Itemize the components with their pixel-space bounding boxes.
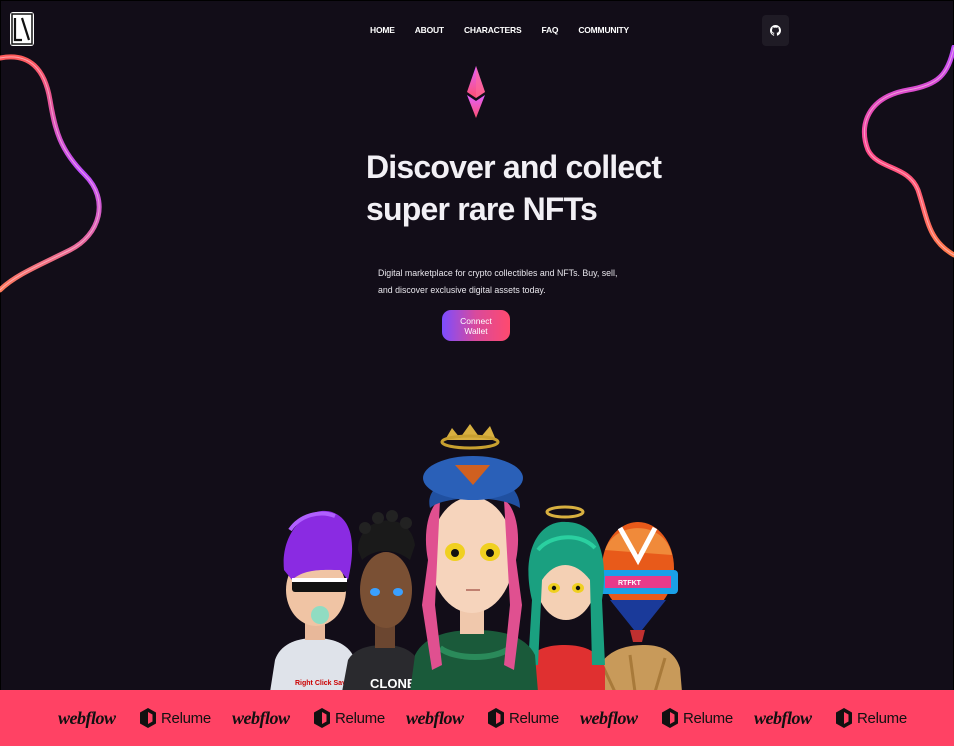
site-logo[interactable] — [10, 12, 34, 46]
nav-community[interactable]: COMMUNITY — [578, 25, 629, 35]
relume-label-2: Relume — [335, 709, 385, 727]
partner-relume-1: Relume — [140, 706, 211, 730]
character-green-hair — [525, 505, 605, 692]
relume-label-1: Relume — [161, 709, 211, 727]
github-button[interactable] — [762, 15, 789, 46]
relume-label-4: Relume — [683, 709, 733, 727]
nav-home[interactable]: HOME — [370, 25, 395, 35]
relume-label-5: Relume — [857, 709, 907, 727]
nav-faq[interactable]: FAQ — [541, 25, 558, 35]
logo-mark-icon — [11, 13, 33, 45]
character-beret — [410, 424, 538, 692]
nft-characters-illustration: Right Click Save CLONE RTFKT — [270, 424, 682, 692]
partner-relume-3: Relume — [488, 706, 559, 730]
partner-relume-5: Relume — [836, 706, 907, 730]
ethereum-icon — [467, 66, 485, 118]
relume-logo-icon — [662, 708, 678, 728]
shirt-text-clone: CLONE — [370, 676, 416, 691]
partner-webflow-2: webflow — [232, 707, 290, 728]
github-icon — [770, 25, 781, 36]
hero-title-line-1: Discover and collect — [366, 149, 662, 185]
relume-logo-icon — [314, 708, 330, 728]
shirt-text-right-click: Right Click Save — [295, 680, 350, 687]
relume-logo-icon — [836, 708, 852, 728]
partner-webflow-4: webflow — [580, 707, 638, 728]
partner-relume-4: Relume — [662, 706, 733, 730]
hero-subtitle: Digital marketplace for crypto collectib… — [378, 268, 618, 295]
left-wave-decoration — [0, 54, 102, 293]
relume-logo-icon — [140, 708, 156, 728]
main-nav: HOME ABOUT CHARACTERS FAQ COMMUNITY — [370, 25, 629, 35]
connect-wallet-button[interactable]: Connect Wallet — [442, 310, 510, 341]
hero-title-line-2: super rare NFTs — [366, 191, 598, 227]
right-wave-decoration — [861, 45, 954, 258]
nav-about[interactable]: ABOUT — [415, 25, 444, 35]
hero-title: Discover and collect super rare NFTs — [366, 146, 662, 230]
character-purple-hair: Right Click Save — [270, 510, 358, 692]
character-helmet: RTFKT — [595, 522, 682, 692]
partner-webflow-5: webflow — [754, 707, 812, 728]
nav-characters[interactable]: CHARACTERS — [464, 25, 522, 35]
relume-logo-icon — [488, 708, 504, 728]
relume-label-3: Relume — [509, 709, 559, 727]
character-dreadlocks: CLONE — [342, 510, 422, 692]
partner-webflow-1: webflow — [58, 707, 116, 728]
partner-relume-2: Relume — [314, 706, 385, 730]
partner-webflow-3: webflow — [406, 707, 464, 728]
visor-text: RTFKT — [618, 580, 642, 587]
